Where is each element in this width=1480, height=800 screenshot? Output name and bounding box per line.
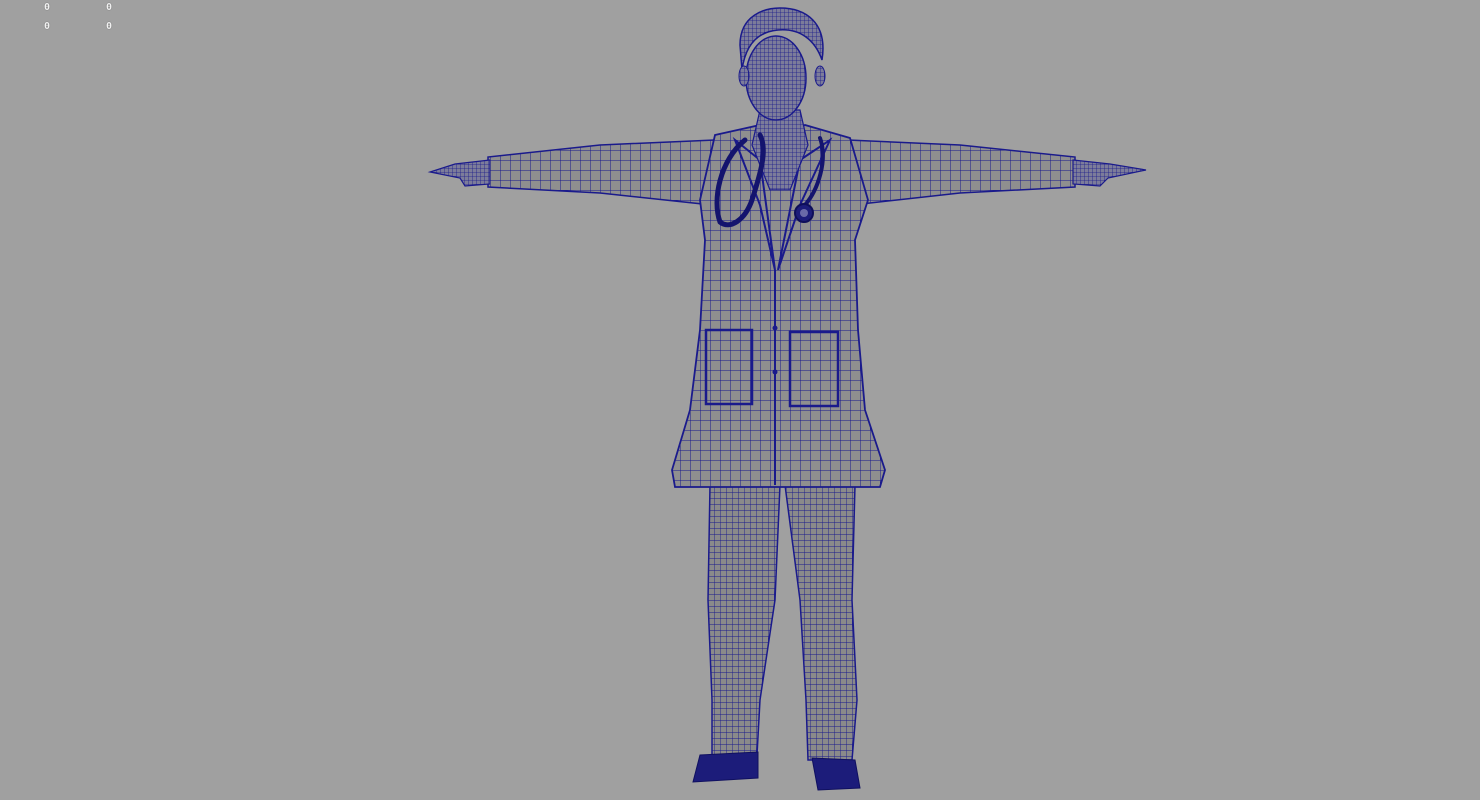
maya-viewport[interactable]: 0 0 0 0: [0, 0, 1480, 800]
character-model[interactable]: [0, 0, 1480, 800]
head-mesh: [738, 7, 826, 121]
pants-mesh: [707, 484, 858, 761]
